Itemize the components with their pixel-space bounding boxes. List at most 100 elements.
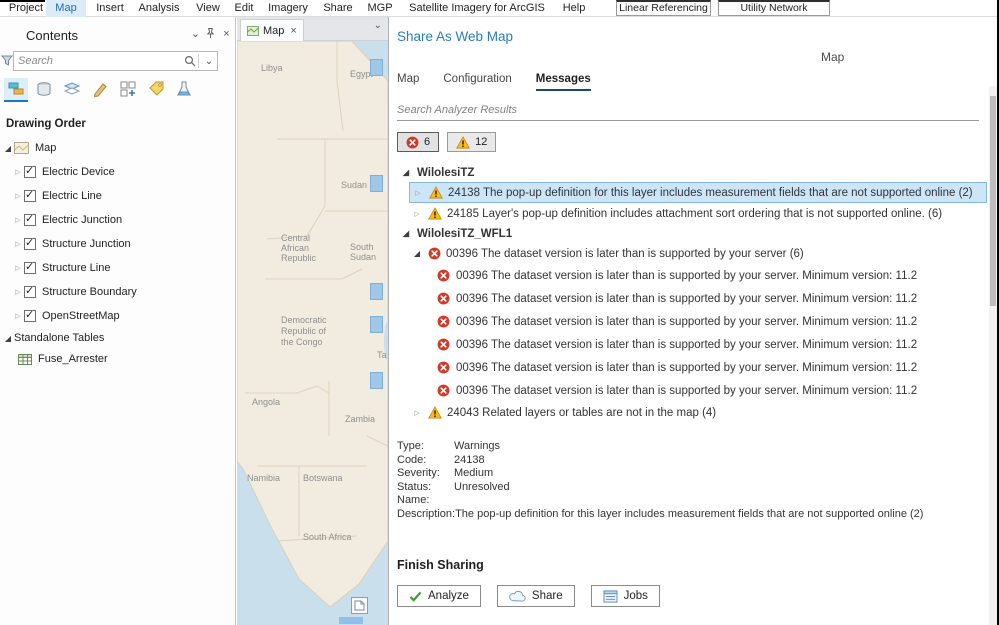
analyzer-message-00396-detail[interactable]: 00396 The dataset version is later than … xyxy=(437,264,979,287)
ribbon-tab-help[interactable]: Help xyxy=(556,0,592,17)
map-edge-marker[interactable] xyxy=(370,59,383,76)
warnings-filter-badge[interactable]: 12 xyxy=(447,132,497,152)
layer-row-electric-device[interactable]: ▷ ✓ Electric Device xyxy=(12,162,115,182)
list-by-drawing-order-icon[interactable] xyxy=(4,78,28,102)
view-tab-dropdown-icon[interactable]: ⌄ xyxy=(374,20,382,31)
list-by-labeling-icon[interactable] xyxy=(144,78,168,102)
expander-collapsed-icon[interactable]: ▷ xyxy=(412,189,424,197)
ribbon-tab-project[interactable]: Project xyxy=(4,0,48,17)
analyzer-message-00396-parent[interactable]: ◢ 00396 The dataset version is later tha… xyxy=(409,243,979,264)
ribbon-tab-insert[interactable]: Insert xyxy=(90,0,130,17)
expander-collapsed-icon[interactable]: ▷ xyxy=(12,192,24,200)
tab-map[interactable]: Map xyxy=(397,73,419,91)
contextual-tab-linear-referencing[interactable]: Linear Referencing xyxy=(616,0,711,16)
layer-checkbox[interactable]: ✓ xyxy=(24,213,36,226)
layer-checkbox[interactable]: ✓ xyxy=(24,189,36,202)
detail-row-code: Code: 24138 xyxy=(397,454,979,468)
layer-checkbox[interactable]: ✓ xyxy=(24,237,36,250)
map-edge-marker[interactable] xyxy=(370,316,383,333)
expander-expanded-icon[interactable]: ◢ xyxy=(411,249,423,258)
expander-collapsed-icon[interactable]: ▷ xyxy=(12,216,24,224)
list-by-charts-icon[interactable] xyxy=(172,78,196,102)
standalone-tables-row[interactable]: ◢ Standalone Tables xyxy=(2,328,104,348)
list-by-snapping-icon[interactable] xyxy=(116,78,140,102)
search-icon[interactable] xyxy=(184,55,196,67)
list-by-data-source-icon[interactable] xyxy=(32,78,56,102)
layer-row-map[interactable]: ◢ Map xyxy=(2,138,56,158)
layer-checkbox[interactable]: ✓ xyxy=(24,165,36,178)
analyzer-message-24185[interactable]: ▷ 24185 Layer's pop-up definition includ… xyxy=(409,203,979,224)
ribbon-tab-view[interactable]: View xyxy=(190,0,226,17)
tab-messages[interactable]: Messages xyxy=(535,73,591,91)
ribbon-tab-analysis[interactable]: Analysis xyxy=(133,0,185,17)
contents-search-input[interactable] xyxy=(14,55,184,67)
analyzer-search-input[interactable] xyxy=(397,100,979,121)
map-label-sudan: Sudan xyxy=(341,180,367,190)
expander-collapsed-icon[interactable]: ▷ xyxy=(12,288,24,296)
errors-filter-badge[interactable]: 6 xyxy=(397,132,440,152)
ribbon-tab-edit[interactable]: Edit xyxy=(228,0,260,17)
ribbon-tab-imagery[interactable]: Imagery xyxy=(262,0,314,17)
ribbon-tab-share[interactable]: Share xyxy=(318,0,358,17)
detail-row-description: Description: The pop-up definition for t… xyxy=(397,508,979,522)
close-view-icon[interactable]: × xyxy=(290,25,296,37)
layer-row-electric-junction[interactable]: ▷ ✓ Electric Junction xyxy=(12,210,122,230)
map-label-car-1: Central xyxy=(281,233,310,243)
map-view-tab[interactable]: Map × xyxy=(240,19,304,41)
layer-row-electric-line[interactable]: ▷ ✓ Electric Line xyxy=(12,186,102,206)
layer-row-structure-line[interactable]: ▷ ✓ Structure Line xyxy=(12,258,110,278)
contextual-tab-utility-network[interactable]: Utility Network xyxy=(718,0,830,16)
expander-expanded-icon[interactable]: ◢ xyxy=(2,144,14,153)
list-by-selection-icon[interactable] xyxy=(60,78,84,102)
map-edge-marker[interactable] xyxy=(370,175,383,192)
expander-collapsed-icon[interactable]: ▷ xyxy=(411,210,423,218)
jobs-button[interactable]: Jobs xyxy=(590,585,660,607)
layer-row-structure-junction[interactable]: ▷ ✓ Structure Junction xyxy=(12,234,131,254)
ribbon-tab-map[interactable]: Map xyxy=(46,0,86,17)
map-edge-marker[interactable] xyxy=(370,372,383,389)
message-text: 00396 The dataset version is later than … xyxy=(456,292,918,305)
analyzer-group-wilolesitz[interactable]: ◢ WilolesiTZ xyxy=(397,163,979,182)
tab-configuration[interactable]: Configuration xyxy=(443,73,511,91)
analyzer-message-00396-detail[interactable]: 00396 The dataset version is later than … xyxy=(437,310,979,333)
layer-row-openstreetmap[interactable]: ▷ ✓ OpenStreetMap xyxy=(12,306,120,326)
horizontal-scrollbar-thumb[interactable] xyxy=(339,617,363,624)
expander-collapsed-icon[interactable]: ▷ xyxy=(12,312,24,320)
analyzer-message-24138[interactable]: ▷ 24138 The pop-up definition for this l… xyxy=(409,182,987,203)
layer-row-structure-boundary[interactable]: ▷ ✓ Structure Boundary xyxy=(12,282,137,302)
analyzer-group-wilolesitz-wfl1[interactable]: ◢ WilolesiTZ_WFL1 xyxy=(397,224,979,243)
expander-collapsed-icon[interactable]: ▷ xyxy=(12,240,24,248)
analyzer-message-00396-detail[interactable]: 00396 The dataset version is later than … xyxy=(437,356,979,379)
list-by-editing-icon[interactable] xyxy=(88,78,112,102)
page-layout-button[interactable] xyxy=(351,597,368,614)
layer-checkbox[interactable]: ✓ xyxy=(24,285,36,298)
message-text: 00396 The dataset version is later than … xyxy=(456,361,918,374)
expander-expanded-icon[interactable]: ◢ xyxy=(400,229,412,238)
map-edge-marker[interactable] xyxy=(370,283,383,300)
pin-icon[interactable] xyxy=(203,27,218,42)
expander-collapsed-icon[interactable]: ▷ xyxy=(12,168,24,176)
analyze-button[interactable]: Analyze xyxy=(397,585,481,607)
analyzer-message-00396-detail[interactable]: 00396 The dataset version is later than … xyxy=(437,333,979,356)
map-canvas[interactable]: Libya Egypt Sudan Central African Republ… xyxy=(237,41,388,625)
detail-label: Code: xyxy=(397,453,427,466)
expander-expanded-icon[interactable]: ◢ xyxy=(2,334,14,343)
analyzer-message-24043[interactable]: ▷ 24043 Related layers or tables are not… xyxy=(409,402,979,423)
layer-checkbox[interactable]: ✓ xyxy=(24,261,36,274)
expander-collapsed-icon[interactable]: ▷ xyxy=(12,264,24,272)
pane-menu-chevron-icon[interactable]: ⌄ xyxy=(188,27,203,42)
expander-expanded-icon[interactable]: ◢ xyxy=(400,168,412,177)
table-row-fuse-arrester[interactable]: Fuse_Arrester xyxy=(18,349,108,369)
share-button[interactable]: Share xyxy=(496,585,575,607)
vertical-scrollbar-thumb[interactable] xyxy=(990,96,996,306)
analyzer-message-00396-detail[interactable]: 00396 The dataset version is later than … xyxy=(437,287,979,310)
button-label: Analyze xyxy=(428,590,469,602)
ribbon-tab-mgp[interactable]: MGP xyxy=(362,0,398,17)
ribbon-tab-satellite-imagery[interactable]: Satellite Imagery for ArcGIS xyxy=(402,0,552,17)
analyzer-message-00396-detail[interactable]: 00396 The dataset version is later than … xyxy=(437,379,979,402)
layer-checkbox[interactable]: ✓ xyxy=(24,309,36,322)
close-pane-icon[interactable]: × xyxy=(219,27,234,42)
expander-collapsed-icon[interactable]: ▷ xyxy=(411,409,423,417)
search-dropdown-icon[interactable]: ⌄ xyxy=(201,56,217,67)
filter-funnel-icon[interactable] xyxy=(0,55,14,69)
